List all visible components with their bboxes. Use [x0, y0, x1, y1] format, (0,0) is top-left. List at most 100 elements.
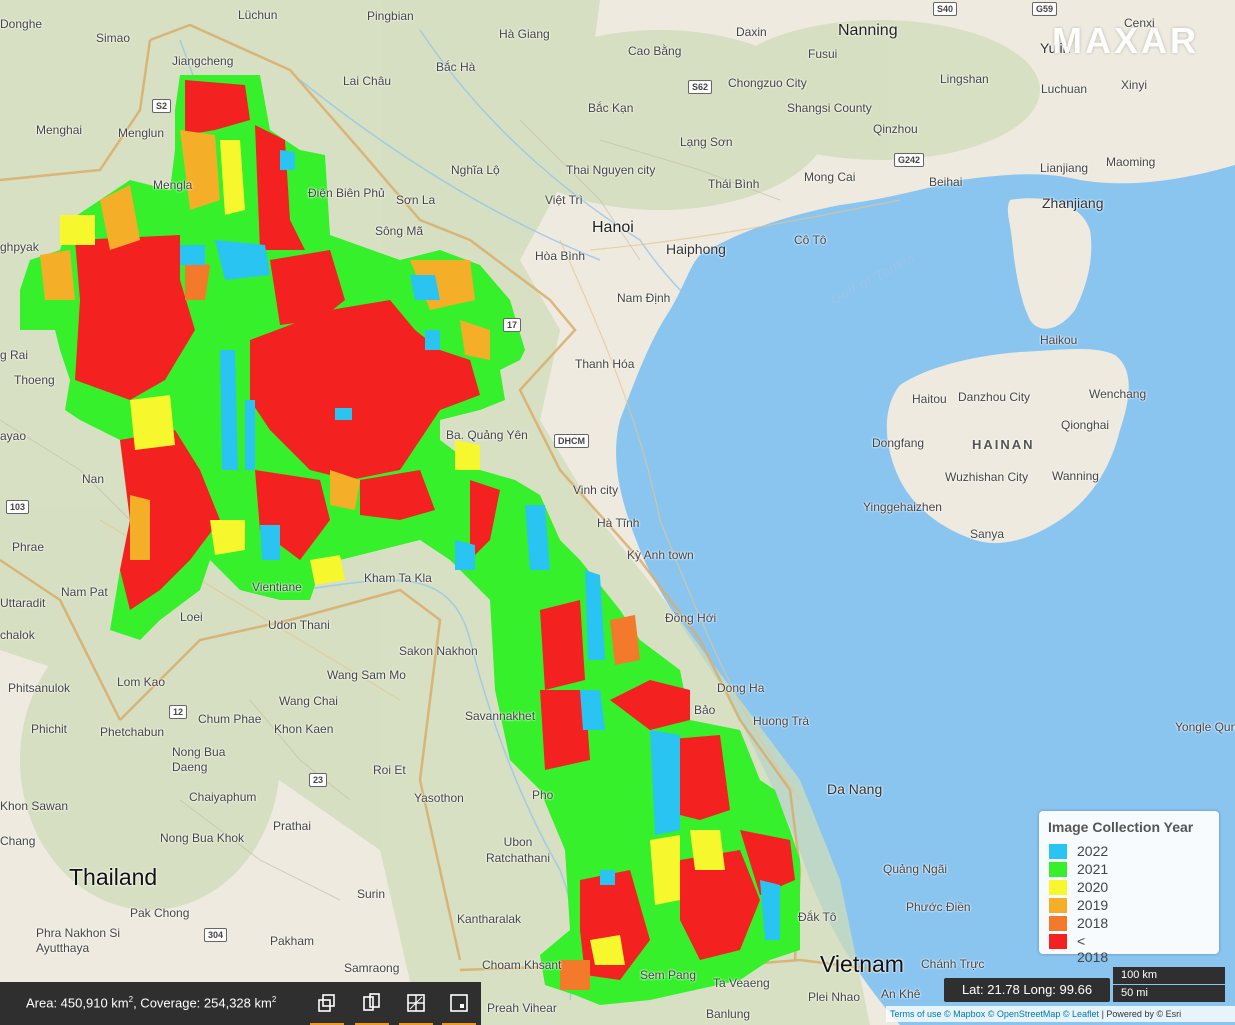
scale-km-label: 100 km — [1121, 969, 1158, 981]
city-label: Yasothon — [414, 791, 464, 805]
city-label: Roi Et — [373, 763, 406, 777]
city-label: Prathai — [273, 819, 312, 833]
duplicate-icon — [363, 993, 380, 1011]
coordinate-readout: Lat: 21.78 Long: 99.66 — [944, 978, 1110, 1002]
legend-label: 2020 — [1077, 879, 1109, 895]
scale-km: 100 km — [1113, 967, 1225, 984]
terms-of-use-link[interactable]: Terms of use — [890, 1009, 942, 1019]
city-label: Vinh city — [573, 483, 619, 497]
city-label: Lai Châu — [343, 74, 392, 88]
city-label: Donghe — [0, 17, 43, 31]
city-label: Sem Pang — [640, 968, 697, 982]
legend-swatch — [1049, 916, 1067, 931]
map-attribution: Terms of use © Mapbox © OpenStreetMap © … — [886, 1006, 1235, 1022]
city-label: Nong Bua Daeng — [172, 745, 226, 774]
area-label: Area: 450,910 km — [26, 995, 129, 1011]
city-label: Samraong — [344, 961, 400, 975]
road-shield: S40 — [933, 2, 958, 16]
city-label: Phitsanulok — [8, 681, 71, 695]
road-shield: 103 — [6, 500, 30, 514]
city-label: Lom Kao — [117, 675, 166, 689]
city-label: Danzhou City — [958, 390, 1031, 404]
city-label: Dongfang — [872, 436, 925, 450]
city-label: Menghai — [36, 123, 83, 137]
city-label: chalok — [0, 628, 35, 642]
mapbox-link[interactable]: © Mapbox — [944, 1009, 985, 1019]
city-label: g Rai — [0, 348, 29, 362]
road-shield: 17 — [503, 318, 522, 332]
country-label-thailand: Thailand — [69, 864, 158, 890]
openstreetmap-link[interactable]: © OpenStreetMap — [988, 1009, 1061, 1019]
road-shield: 12 — [169, 705, 188, 719]
scale-mi-label: 50 mi — [1121, 987, 1148, 999]
city-label: Pingbian — [367, 9, 414, 23]
clone-tool-button[interactable] — [355, 990, 389, 1025]
city-label: Việt Trì — [545, 193, 583, 207]
copy-icon — [318, 994, 335, 1012]
legend-swatch — [1049, 862, 1067, 877]
copy-tool-button[interactable] — [310, 990, 344, 1025]
leaflet-link[interactable]: © Leaflet — [1063, 1009, 1099, 1019]
city-label: Ta Veaeng — [713, 976, 770, 990]
city-label: Haitou — [912, 392, 947, 406]
city-label: Chum Phae — [198, 712, 262, 726]
city-label: Plei Nhao — [808, 990, 861, 1004]
city-label: Wenchang — [1089, 387, 1147, 401]
legend-swatch — [1049, 880, 1067, 895]
maxar-logo: MAXAR — [1052, 20, 1199, 61]
city-label: Dong Ha — [717, 681, 765, 695]
city-label: Ubon Ratchathani — [485, 835, 551, 865]
road-shield: S2 — [152, 99, 172, 113]
city-label: Luchuan — [1041, 82, 1088, 96]
city-label: Wuzhishan City — [945, 470, 1029, 484]
city-label: Vientiane — [252, 580, 302, 594]
city-label: Kantharalak — [457, 912, 522, 926]
city-label: Phichit — [31, 722, 68, 736]
scale-mi: 50 mi — [1113, 985, 1225, 1002]
city-label: Qionghai — [1061, 418, 1110, 432]
city-label: Zhanjiang — [1042, 195, 1104, 211]
legend-label: 2021 — [1077, 861, 1109, 877]
city-label: Quảng Ngãi — [883, 862, 948, 876]
city-label: Khon Kaen — [274, 722, 334, 736]
city-label: Nghĩa Lộ — [451, 163, 500, 177]
city-label: Simao — [96, 31, 131, 45]
city-label: ghpyak — [0, 240, 39, 254]
city-label: Choam Khsant — [482, 958, 562, 972]
city-label: Nanning — [838, 22, 898, 39]
region-label-hainan: HAINAN — [972, 437, 1035, 452]
city-label: Thái Bình — [708, 177, 760, 191]
city-label: Sakon Nakhon — [399, 644, 478, 658]
city-label: Đắk Tô — [798, 910, 837, 924]
city-label: Wanning — [1052, 469, 1099, 483]
area-coverage-stats: Area: 450,910 km2, Coverage: 254,328 km2 — [26, 995, 276, 1010]
road-shield: S62 — [688, 80, 713, 94]
city-label: Jiangcheng — [172, 54, 234, 68]
scale-bar: 100 km 50 mi — [1113, 967, 1225, 1003]
road-shield: G242 — [894, 153, 925, 167]
city-label: Surin — [357, 887, 386, 901]
city-label: Haikou — [1040, 333, 1078, 347]
city-label: Shangsi County — [787, 101, 872, 115]
city-label: Điện Biên Phủ — [308, 186, 385, 200]
city-label: Lạng Sơn — [680, 135, 733, 149]
city-label: An Khê — [881, 987, 921, 1001]
country-label-vietnam: Vietnam — [820, 951, 904, 977]
legend-label: 2022 — [1077, 843, 1109, 859]
city-label: Sông Mã — [375, 224, 424, 238]
city-label: Pho — [532, 788, 554, 802]
coverage-unit-sup: 2 — [271, 995, 277, 1004]
city-label: Beihai — [929, 175, 963, 189]
frame-icon — [450, 994, 468, 1012]
city-label: Cao Bằng — [628, 44, 682, 58]
coverage-label: , Coverage: 254,328 km — [133, 995, 272, 1011]
city-label: Fusui — [808, 47, 838, 61]
city-label: Nong Bua Khok — [160, 831, 245, 845]
road-shield: DHCM — [554, 434, 589, 448]
frame-tool-button[interactable] — [442, 990, 476, 1025]
esri-attribution: | Powered by © Esri — [1101, 1009, 1182, 1019]
split-tool-button[interactable] — [399, 990, 433, 1025]
city-label: Chaiyaphum — [189, 790, 257, 804]
city-label: Đồng Hới — [665, 611, 717, 625]
legend-swatch — [1049, 934, 1067, 949]
